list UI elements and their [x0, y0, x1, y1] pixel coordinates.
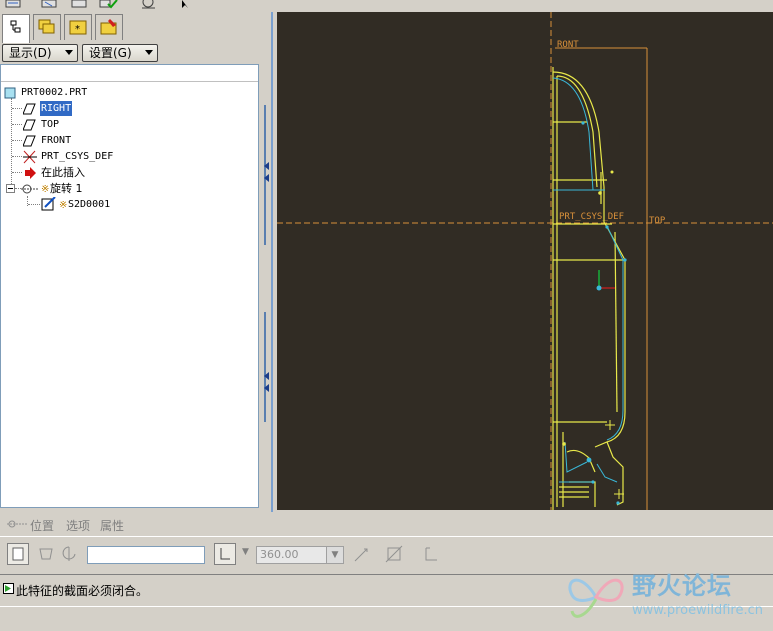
settings-dropdown-label: 设置(G): [89, 46, 132, 60]
navigator-tabs: *: [0, 12, 265, 43]
top-toolbar: [0, 0, 773, 12]
axis-reference-icon[interactable]: [60, 545, 78, 563]
solid-icon: [12, 547, 24, 561]
front-datum-label: RONT: [557, 40, 579, 50]
solid-toggle-button[interactable]: [7, 543, 29, 565]
thicken-icon[interactable]: [422, 545, 440, 563]
tree-item-label: PRT_CSYS_DEF: [41, 151, 114, 162]
insert-arrow-icon: [25, 167, 36, 179]
tree-item-label: TOP: [41, 119, 60, 130]
tree-item-label: FRONT: [41, 135, 72, 146]
collapse-left-icon[interactable]: [264, 162, 269, 170]
chevron-down-icon[interactable]: ▼: [326, 547, 343, 563]
select-arrow-icon[interactable]: [178, 0, 198, 9]
favorites-tab[interactable]: *: [64, 14, 92, 40]
connections-tab[interactable]: [95, 14, 123, 40]
new-feature-icon: ※: [59, 200, 67, 208]
dashboard-tabs: 位置 选项 属性: [0, 512, 773, 536]
graphics-window[interactable]: RONT PRT_CSYS_DEF TOP: [277, 12, 773, 510]
save-icon[interactable]: [70, 0, 90, 9]
placement-icon: [7, 520, 27, 528]
favorites-icon: *: [69, 20, 87, 35]
csys-icon: [23, 150, 37, 164]
tree-root-label: PRT0002.PRT: [21, 87, 88, 98]
settings-dropdown[interactable]: 设置(G): [82, 44, 158, 62]
csys-label: PRT_CSYS_DEF: [559, 212, 624, 222]
chevron-down-icon[interactable]: ▼: [242, 547, 249, 557]
chevron-down-icon: [145, 50, 153, 55]
new-feature-icon: ※: [41, 184, 49, 192]
sketch-canvas[interactable]: RONT PRT_CSYS_DEF TOP: [277, 12, 773, 510]
remove-material-icon[interactable]: [384, 544, 404, 564]
collapse-left-icon[interactable]: [264, 372, 269, 380]
datum-plane-icon: [23, 135, 36, 147]
open-icon[interactable]: [40, 0, 60, 9]
layers-tab[interactable]: [33, 14, 61, 40]
display-dropdown-label: 显示(D): [9, 46, 52, 60]
tab-properties[interactable]: 属性: [100, 517, 124, 534]
tree-item-label: 在此插入: [41, 166, 85, 179]
surface-icon[interactable]: [37, 545, 55, 563]
model-tree-tab[interactable]: [2, 14, 30, 43]
display-dropdown[interactable]: 显示(D): [2, 44, 78, 62]
axis-collector-field[interactable]: [87, 546, 205, 564]
watermark-title: 野火论坛: [632, 572, 732, 600]
angle-type-icon: [220, 548, 230, 560]
flip-direction-icon[interactable]: [352, 546, 370, 564]
part-icon: [4, 87, 16, 99]
info-icon: [3, 583, 14, 594]
collapse-left-icon[interactable]: [264, 174, 269, 182]
sketch-icon: [41, 197, 56, 211]
tree-icon: [10, 20, 21, 33]
csys-triad-icon: [596, 270, 615, 291]
angle-type-button[interactable]: [214, 543, 236, 565]
svg-text:※: ※: [41, 184, 49, 192]
regen-icon[interactable]: [98, 0, 118, 9]
status-message: 此特征的截面必须闭合。: [16, 584, 149, 598]
datum-plane-icon: [23, 103, 36, 115]
revolve-icon: [21, 184, 39, 194]
model-tree-header: [1, 65, 258, 82]
sketch-icon[interactable]: [138, 0, 158, 9]
collapse-left-icon[interactable]: [264, 384, 269, 392]
connections-icon: [100, 19, 117, 35]
angle-value: 360.00: [260, 548, 299, 561]
panel-splitter[interactable]: [261, 12, 277, 512]
svg-text:*: *: [75, 24, 80, 35]
tree-connector: [11, 98, 12, 188]
tree-item-label: S2D0001: [68, 199, 111, 210]
tab-placement[interactable]: 位置: [30, 517, 54, 534]
top-datum-label: TOP: [649, 216, 666, 226]
chevron-down-icon: [65, 50, 73, 55]
new-icon[interactable]: [4, 0, 24, 9]
model-tree: [0, 64, 259, 508]
datum-plane-icon: [23, 119, 36, 131]
watermark-logo-icon: [568, 578, 624, 618]
angle-value-field[interactable]: 360.00 ▼: [256, 546, 344, 564]
tree-item-label: 旋转 1: [50, 182, 83, 195]
svg-text:※: ※: [59, 200, 67, 208]
tab-options[interactable]: 选项: [66, 517, 90, 534]
layers-icon: [38, 19, 55, 34]
watermark-url: www.proewildfire.cn: [632, 603, 763, 618]
collapse-icon[interactable]: [6, 184, 16, 194]
tree-item-label: RIGHT: [40, 101, 73, 116]
sketch-vertices: [581, 121, 627, 505]
